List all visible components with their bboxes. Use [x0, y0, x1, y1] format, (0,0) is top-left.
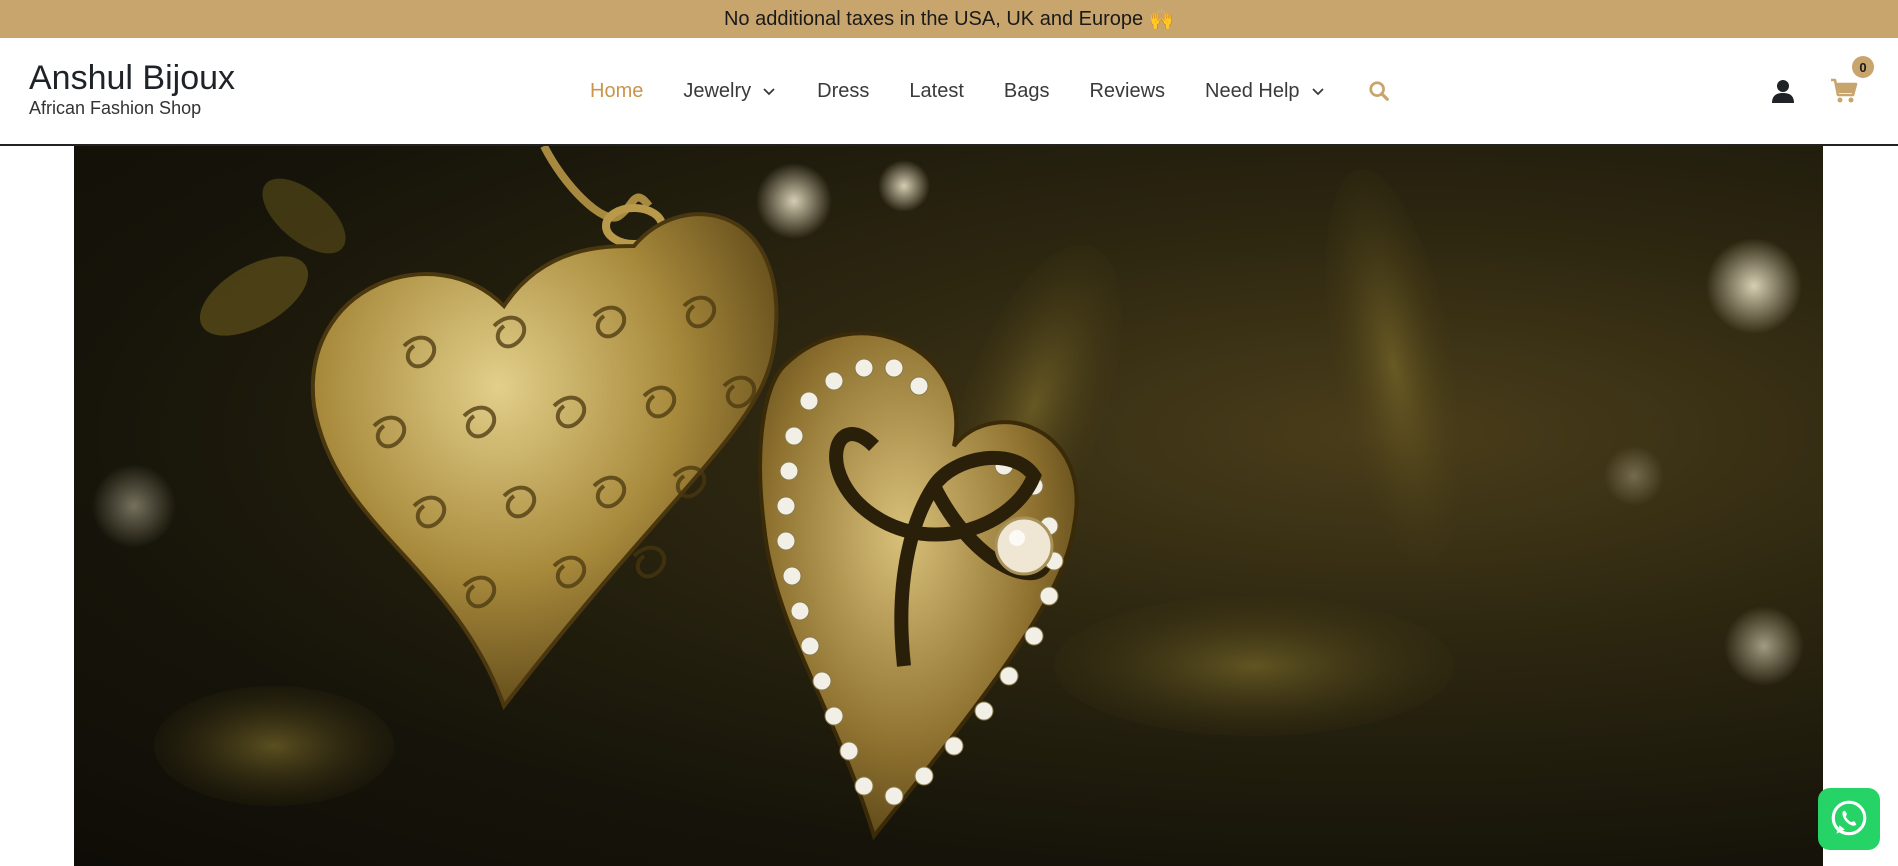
nav-item-bags[interactable]: Bags — [1004, 80, 1050, 103]
nav-item-label: Dress — [817, 79, 870, 102]
cart-button[interactable]: 0 — [1830, 56, 1874, 104]
nav-item-label: Need Help — [1205, 79, 1300, 102]
raised-hands-emoji: 🙌 — [1149, 8, 1175, 31]
nav-item-jewelry[interactable]: Jewelry — [683, 80, 777, 103]
brand[interactable]: Anshul Bijoux African Fashion Shop — [29, 58, 235, 119]
heart-locket-image — [92, 146, 1804, 841]
hero-banner — [74, 146, 1823, 866]
nav-item-label: Reviews — [1089, 79, 1166, 102]
chevron-down-icon — [1311, 88, 1324, 96]
whatsapp-icon — [1831, 800, 1867, 836]
nav-item-label: Latest — [909, 79, 964, 102]
whatsapp-button[interactable] — [1818, 788, 1880, 850]
nav-item-home[interactable]: Home — [590, 80, 643, 103]
cart-count-badge: 0 — [1852, 56, 1874, 78]
header-actions: 0 — [1770, 38, 1874, 144]
announcement-text: No additional taxes in the USA, UK and E… — [723, 7, 1144, 30]
shopping-cart-icon — [1831, 78, 1858, 103]
site-tagline: African Fashion Shop — [29, 98, 202, 118]
nav-item-latest[interactable]: Latest — [909, 80, 963, 103]
nav-item-label: Home — [590, 79, 644, 102]
nav-item-reviews[interactable]: Reviews — [1089, 80, 1165, 103]
chevron-down-icon — [763, 88, 775, 96]
nav-item-label: Jewelry — [683, 79, 752, 102]
site-header: Anshul Bijoux African Fashion Shop Home … — [0, 38, 1898, 146]
announcement-bar: No additional taxes in the USA, UK and E… — [0, 0, 1898, 38]
nav-item-need-help[interactable]: Need Help — [1205, 80, 1326, 103]
user-icon[interactable] — [1770, 78, 1796, 104]
main-nav: Home Jewelry Dress Latest Bags Reviews N… — [590, 38, 1390, 144]
nav-item-dress[interactable]: Dress — [817, 80, 869, 103]
search-icon[interactable] — [1368, 80, 1390, 102]
nav-item-label: Bags — [1003, 79, 1050, 102]
site-title[interactable]: Anshul Bijoux — [29, 58, 235, 98]
